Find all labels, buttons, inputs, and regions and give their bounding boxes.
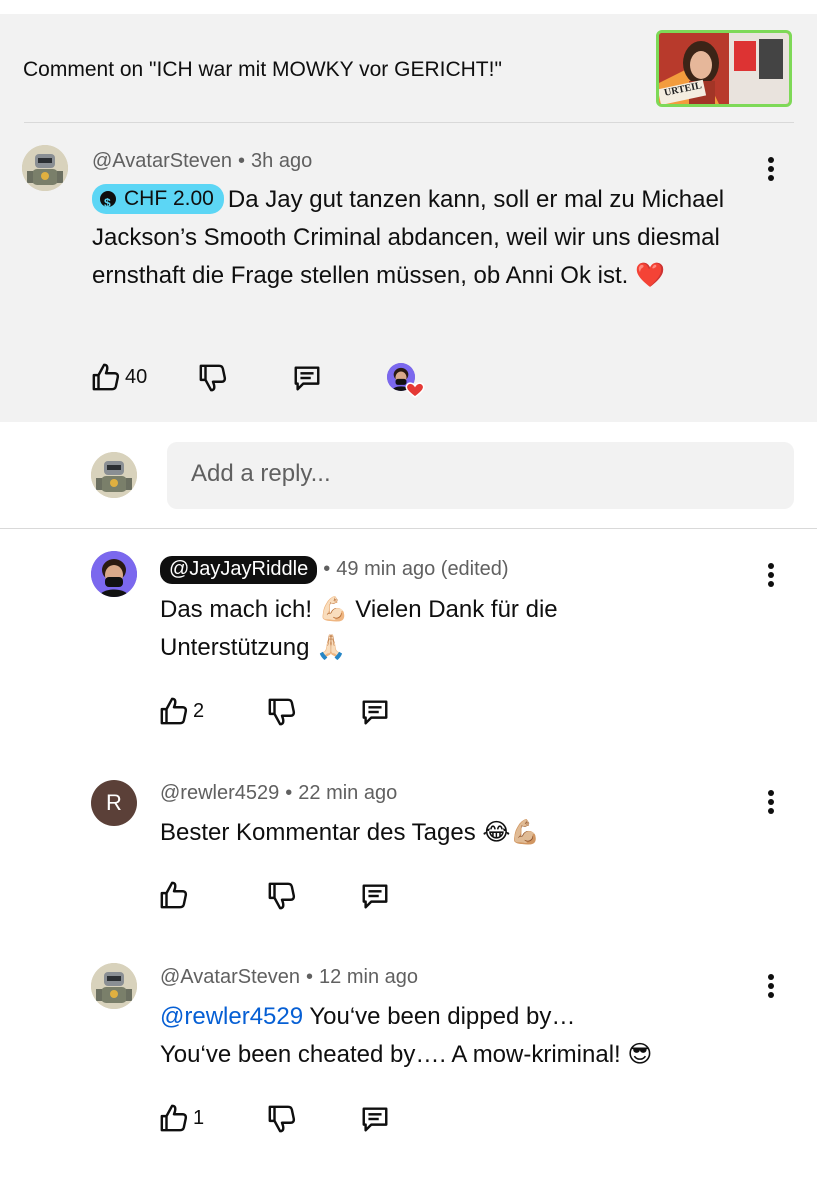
meta-separator: • (323, 558, 331, 580)
like-count: 1 (193, 1106, 205, 1129)
reply-icon (360, 697, 390, 727)
reply-meta: @rewler4529 • 22 min ago (160, 782, 397, 805)
dislike-button[interactable] (267, 1104, 297, 1134)
super-thanks-badge: CHF 2.00 (92, 184, 224, 218)
dislike-button[interactable] (267, 697, 297, 727)
reply-text-line: Das mach ich! 💪🏻 Vielen Dank für die (160, 596, 558, 623)
avatar[interactable] (22, 145, 68, 191)
add-reply-input[interactable]: Add a reply... (167, 442, 794, 509)
coin-icon (100, 188, 116, 218)
video-header: Comment on "ICH war mit MOWKY vor GERICH… (0, 14, 817, 122)
reply-body: Das mach ich! 💪🏻 Vielen Dank für die Unt… (160, 591, 780, 667)
comment-body: CHF 2.00Da Jay gut tanzen kann, soll er … (92, 181, 782, 295)
meta-separator: • (306, 966, 314, 988)
thumb-up-icon (159, 696, 189, 726)
reply-text-line: Bester Kommentar des Tages 😂💪🏼 (160, 819, 541, 846)
reply-author[interactable]: @rewler4529 (160, 782, 279, 804)
thumb-up-icon (159, 880, 189, 910)
comment-time: 3h ago (251, 150, 313, 172)
more-options-icon[interactable] (759, 561, 783, 591)
dislike-button[interactable] (198, 363, 228, 393)
avatar[interactable]: R (91, 780, 137, 826)
current-user-avatar (91, 452, 137, 498)
dislike-button[interactable] (267, 881, 297, 911)
like-button[interactable] (159, 880, 189, 910)
video-title: Comment on "ICH war mit MOWKY vor GERICH… (23, 58, 502, 81)
avatar[interactable] (91, 551, 137, 597)
reply-text-line: You‘ve been dipped by… (303, 1003, 576, 1030)
reply-button[interactable] (360, 697, 390, 727)
reply-time: 22 min ago (298, 782, 398, 804)
thumb-down-icon (267, 697, 297, 727)
comment-author[interactable]: @AvatarSteven (92, 150, 232, 172)
reply-body: @rewler4529 You‘ve been dipped by… You‘v… (160, 998, 780, 1074)
reply-button[interactable] (360, 1104, 390, 1134)
reply-text-line: Unterstützung 🙏🏻 (160, 634, 346, 661)
replies-divider (0, 528, 817, 529)
donation-amount: CHF 2.00 (124, 187, 214, 210)
reply-time: 12 min ago (319, 966, 418, 988)
creator-heart (385, 361, 425, 401)
reply-text-line: You‘ve been cheated by…. A mow-kriminal!… (160, 1041, 653, 1068)
thumb-down-icon (267, 881, 297, 911)
creator-heart-icon (385, 361, 425, 398)
video-thumbnail[interactable]: URTEIL (656, 30, 792, 107)
like-button[interactable]: 1 (159, 1103, 204, 1133)
reply-icon (360, 881, 390, 911)
thumb-up-icon (159, 1103, 189, 1133)
comment-meta: @AvatarSteven • 3h ago (92, 150, 312, 173)
highlighted-comment-panel: Comment on "ICH war mit MOWKY vor GERICH… (0, 14, 817, 422)
reply-button[interactable] (292, 363, 322, 393)
meta-separator: • (285, 782, 293, 804)
mention-link[interactable]: @rewler4529 (160, 1003, 303, 1030)
like-button[interactable]: 2 (159, 696, 204, 726)
avatar[interactable] (91, 963, 137, 1009)
reply-meta: @AvatarSteven • 12 min ago (160, 966, 418, 989)
like-count: 2 (193, 699, 205, 722)
thumb-down-icon (198, 363, 228, 393)
reply-author[interactable]: @AvatarSteven (160, 966, 300, 988)
reply-icon (292, 363, 322, 393)
creator-handle-badge[interactable]: @JayJayRiddle (160, 556, 318, 584)
header-divider (24, 122, 794, 123)
reply-icon (360, 1104, 390, 1134)
thumb-down-icon (267, 1104, 297, 1134)
reply-button[interactable] (360, 881, 390, 911)
like-button[interactable]: 40 (91, 362, 147, 392)
like-count: 40 (125, 365, 148, 388)
reply-time: 49 min ago (edited) (336, 558, 509, 580)
reply-meta: @JayJayRiddle • 49 min ago (edited) (160, 556, 509, 584)
meta-separator: • (238, 150, 246, 172)
reply-body: Bester Kommentar des Tages 😂💪🏼 (160, 814, 780, 852)
thumb-up-icon (91, 362, 121, 392)
